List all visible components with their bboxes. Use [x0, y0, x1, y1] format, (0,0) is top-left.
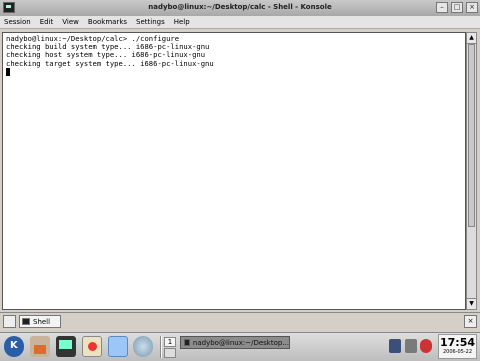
close-session-button[interactable]: × — [464, 315, 477, 328]
taskbar-item-label: nadybo@linux:~/Desktop... — [192, 338, 289, 347]
new-session-button[interactable] — [3, 315, 16, 328]
title-bar[interactable]: nadybo@linux:~/Desktop/calc - Shell - Ko… — [0, 0, 480, 17]
scroll-down-arrow-icon[interactable]: ▼ — [467, 298, 476, 309]
kmenu-icon[interactable] — [4, 336, 24, 357]
clipboard-icon[interactable] — [405, 339, 417, 353]
panel-separator — [160, 336, 162, 358]
clock[interactable]: 17:54 2006-05-22 — [438, 334, 477, 359]
taskbar-item-konsole[interactable]: nadybo@linux:~/Desktop... — [180, 336, 290, 349]
help-icon[interactable] — [82, 336, 102, 357]
menu-edit[interactable]: Edit — [40, 18, 54, 26]
terminal-line: checking target system type... i686-pc-l… — [6, 58, 214, 68]
menu-session[interactable]: Session — [4, 18, 31, 26]
scroll-up-arrow-icon[interactable]: ▲ — [467, 33, 476, 44]
desktop-2-button[interactable] — [164, 348, 176, 358]
maximize-button[interactable]: □ — [451, 2, 463, 13]
tab-bar: Shell × — [0, 312, 480, 331]
terminal-area[interactable]: nadybo@linux:~/Desktop/calc> ./configure… — [2, 32, 466, 310]
close-button[interactable]: × — [466, 2, 478, 13]
konsole-window: nadybo@linux:~/Desktop/calc - Shell - Ko… — [0, 0, 480, 332]
network-icon[interactable] — [389, 339, 401, 353]
kde-panel: 1 nadybo@linux:~/Desktop... 17:54 2006-0… — [0, 332, 480, 361]
tab-shell[interactable]: Shell — [19, 315, 61, 328]
browser-icon[interactable] — [133, 336, 153, 357]
menu-view[interactable]: View — [62, 18, 79, 26]
desktop-1-button[interactable]: 1 — [164, 337, 176, 347]
tab-label: Shell — [33, 317, 51, 326]
mail-icon[interactable] — [108, 336, 128, 357]
clock-date: 2006-05-22 — [442, 349, 473, 355]
text-cursor — [6, 67, 10, 76]
scrollbar-thumb[interactable] — [468, 44, 475, 227]
window-title: nadybo@linux:~/Desktop/calc - Shell - Ko… — [148, 3, 332, 11]
menu-bar: Session Edit View Bookmarks Settings Hel… — [0, 16, 480, 29]
menu-settings[interactable]: Settings — [136, 18, 165, 26]
clock-time: 17:54 — [439, 336, 475, 349]
home-icon[interactable] — [30, 336, 50, 357]
window-controls: – □ × — [436, 2, 478, 13]
update-icon[interactable] — [420, 339, 432, 353]
terminal-icon — [184, 339, 190, 346]
vertical-scrollbar[interactable]: ▲ ▼ — [466, 32, 477, 310]
menu-bookmarks[interactable]: Bookmarks — [88, 18, 127, 26]
terminal-icon — [22, 318, 30, 325]
minimize-button[interactable]: – — [436, 2, 448, 13]
konsole-launcher-icon[interactable] — [56, 336, 76, 357]
menu-help[interactable]: Help — [174, 18, 190, 26]
